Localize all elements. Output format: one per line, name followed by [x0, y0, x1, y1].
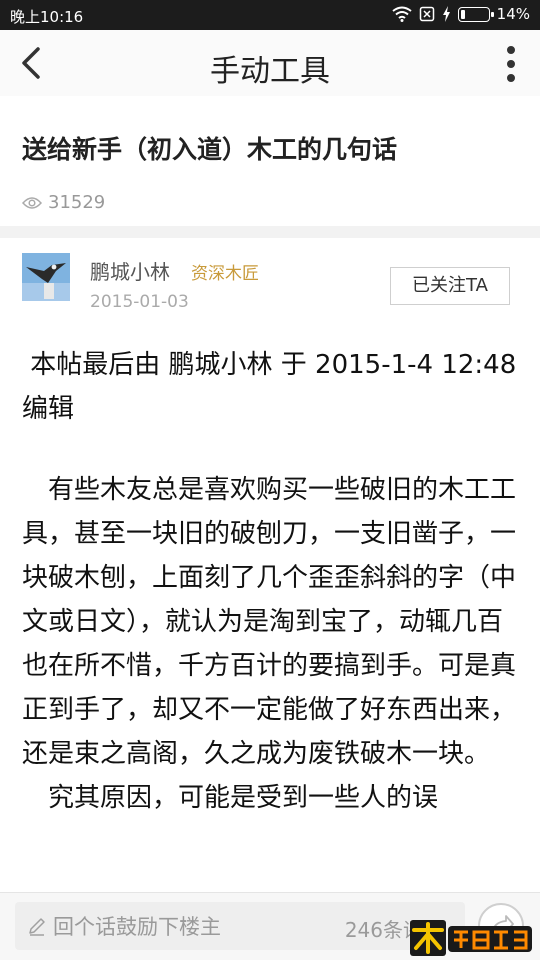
sim-off-icon [419, 6, 434, 22]
author-name[interactable]: 鹏城小林 [90, 256, 170, 285]
view-count-value: 31529 [48, 192, 106, 213]
status-time: 晚上10:16 [10, 8, 84, 26]
eye-icon [22, 196, 42, 209]
watermark-logo [410, 920, 532, 956]
wifi-icon [392, 6, 412, 22]
post-date: 2015-01-03 [90, 292, 189, 312]
avatar[interactable] [22, 253, 70, 301]
post-title: 送给新手（初入道）木工的几句话 [22, 135, 398, 164]
content-paragraph: 究其原因，可能是受到一些人的误 [48, 783, 439, 813]
pencil-icon [29, 918, 45, 936]
battery-icon [457, 6, 494, 22]
more-options-button[interactable] [498, 42, 524, 86]
reply-input[interactable]: 回个话鼓励下楼主 246条评论 [15, 902, 465, 950]
status-icons: 14% [392, 5, 530, 23]
follow-button[interactable]: 已关注TA [390, 267, 510, 305]
battery-percent: 14% [496, 5, 530, 23]
content-paragraph: 有些木友总是喜欢购买一些破旧的木工工具，甚至一块旧的破刨刀，一支旧凿子，一块破木… [22, 475, 517, 769]
edit-note: 本帖最后由 鹏城小林 于 2015-1-4 12:48 编辑 [22, 350, 525, 424]
app-bar: 手动工具 [0, 30, 540, 96]
post-content: 本帖最后由 鹏城小林 于 2015-1-4 12:48 编辑 有些木友总是喜欢购… [22, 343, 522, 820]
avatar-eagle-image [22, 253, 70, 301]
status-bar: 晚上10:16 14% [0, 0, 540, 30]
more-vertical-icon [507, 46, 515, 54]
reply-placeholder: 回个话鼓励下楼主 [53, 915, 221, 939]
view-count: 31529 [22, 192, 105, 213]
section-divider [0, 226, 540, 238]
charging-icon [442, 6, 450, 22]
page-title: 手动工具 [210, 54, 330, 89]
battery-level [460, 9, 465, 19]
author-rank-badge: 资深木匠 [191, 264, 259, 284]
